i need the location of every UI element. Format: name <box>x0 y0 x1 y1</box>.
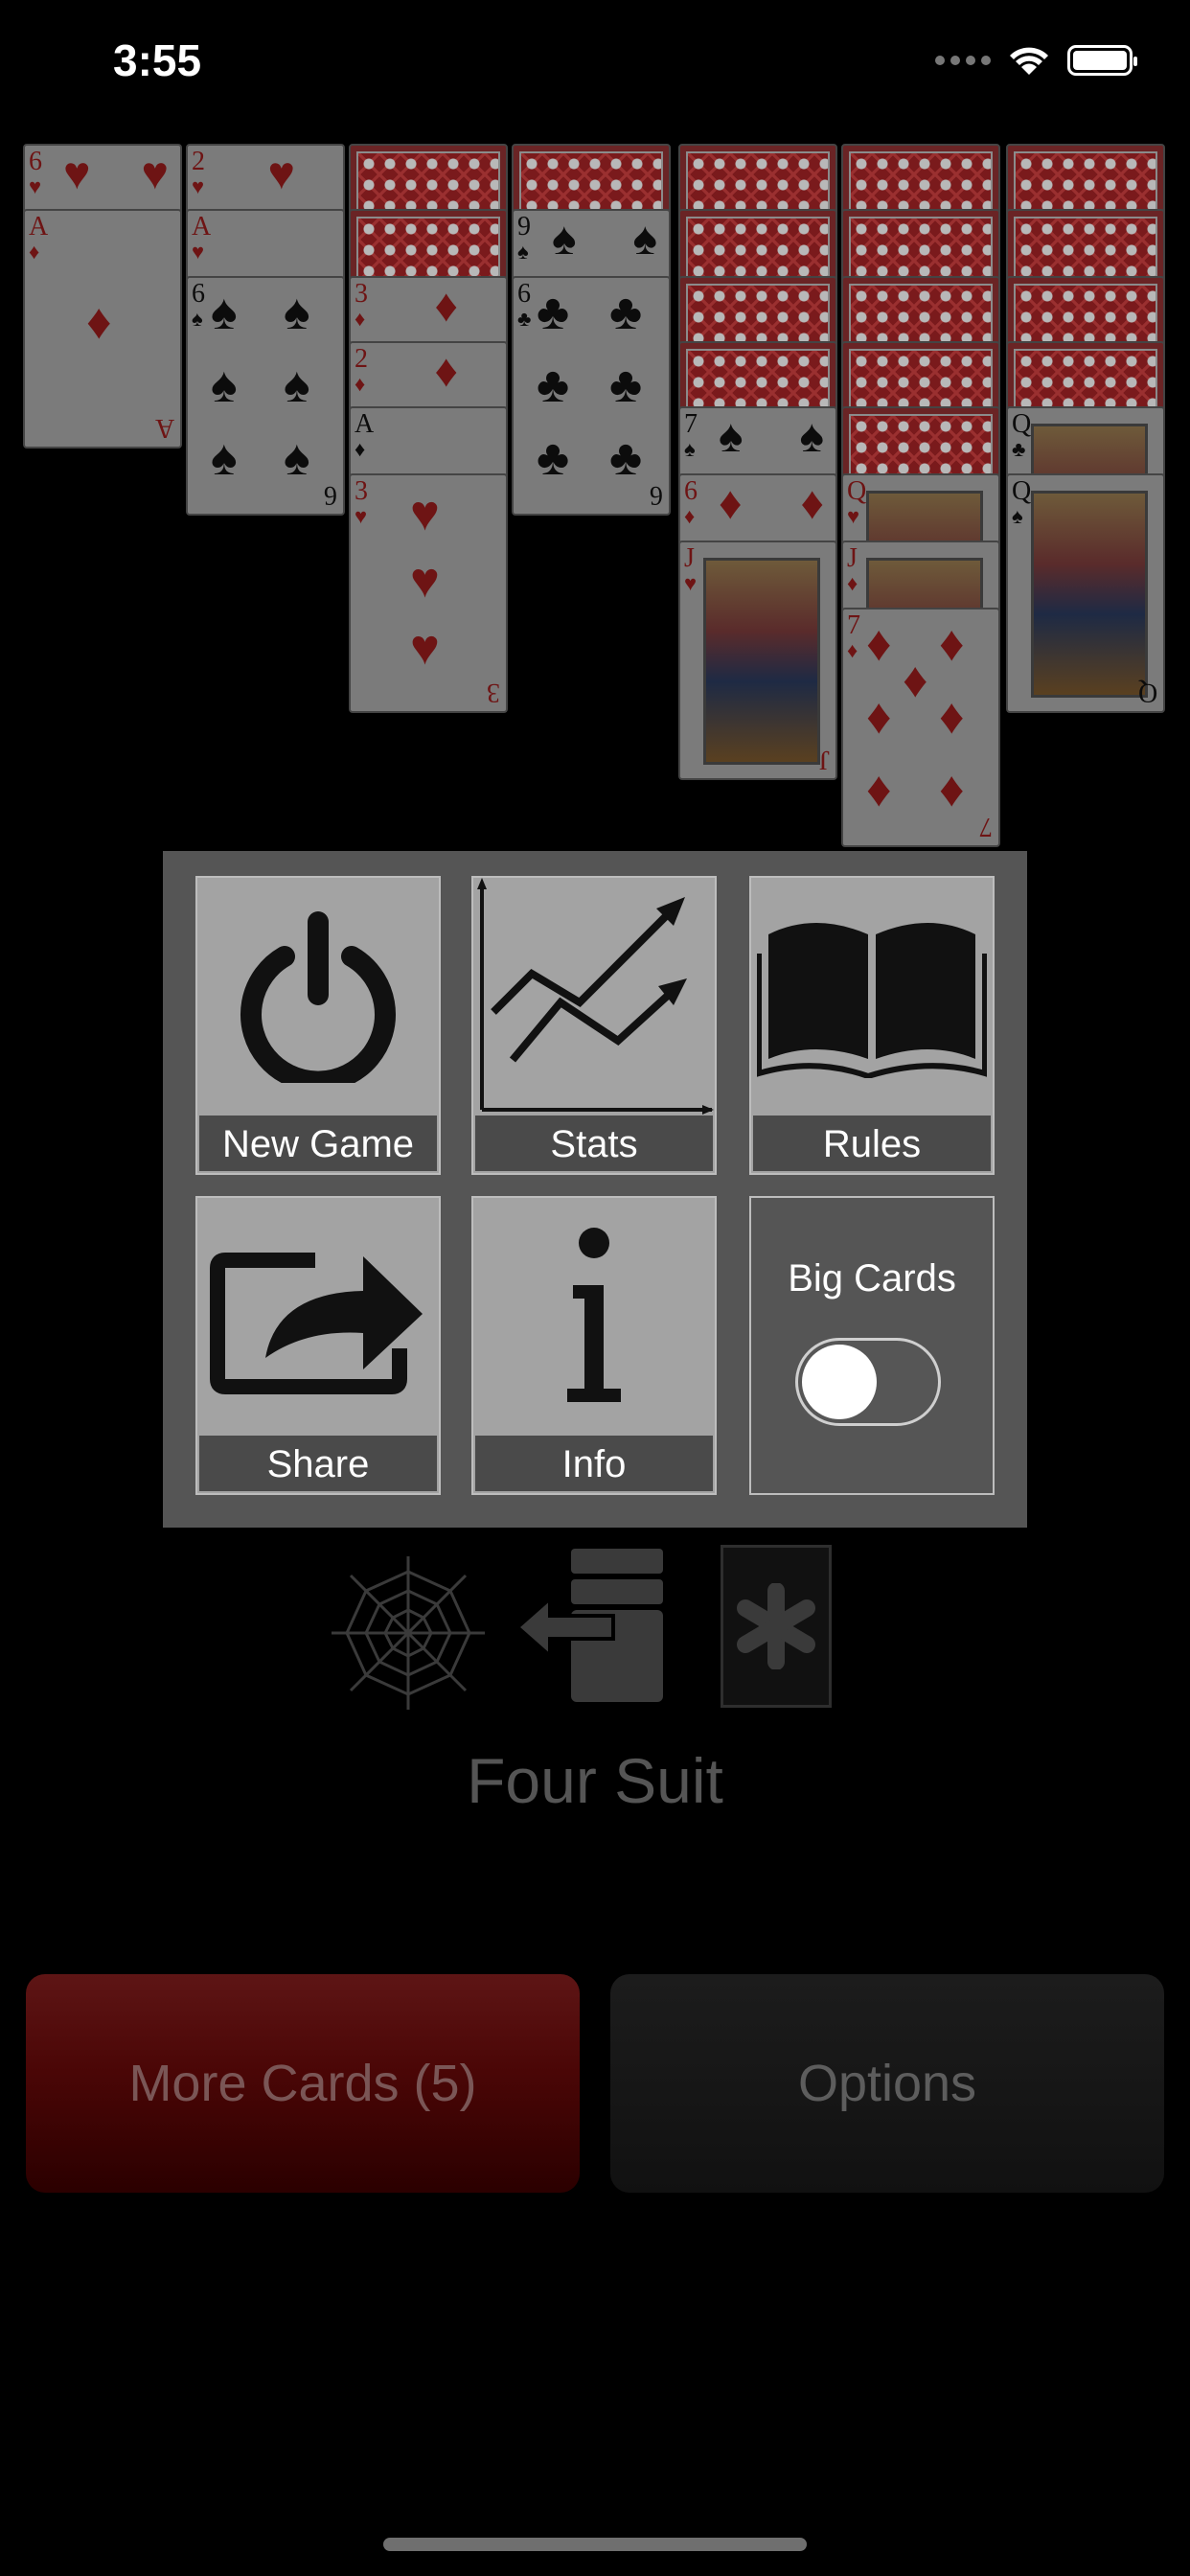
big-cards-tile: Big Cards <box>749 1196 995 1495</box>
share-button[interactable]: Share <box>195 1196 441 1495</box>
book-icon <box>751 878 993 1116</box>
power-icon <box>197 878 439 1116</box>
card[interactable]: 6 ♣ ♣ ♣ ♣ ♣ ♣ ♣ 6 <box>512 276 671 516</box>
info-button[interactable]: Info <box>471 1196 717 1495</box>
card[interactable]: 3 ♥ ♥ ♥ ♥ 3 <box>349 473 508 713</box>
toggle-knob <box>802 1345 877 1419</box>
undo-stack-icon[interactable] <box>514 1545 676 1708</box>
info-label: Info <box>475 1436 713 1491</box>
info-icon <box>473 1198 715 1436</box>
card[interactable]: 6 ♠ ♠ ♠ ♠ ♠ ♠ ♠ 6 <box>186 276 345 516</box>
card[interactable]: Q ♠ Q <box>1006 473 1165 713</box>
cellular-signal-icon <box>935 56 991 65</box>
status-time: 3:55 <box>113 35 202 85</box>
big-cards-toggle[interactable] <box>795 1338 941 1426</box>
status-icons <box>935 44 1137 77</box>
battery-icon <box>1067 45 1137 76</box>
asterisk-card-icon[interactable] <box>721 1545 832 1708</box>
card[interactable]: A ♦ ♦ A <box>23 209 182 448</box>
rules-button[interactable]: Rules <box>749 876 995 1175</box>
stats-chart-icon <box>473 878 715 1116</box>
stats-button[interactable]: Stats <box>471 876 717 1175</box>
new-game-label: New Game <box>199 1116 437 1171</box>
share-arrow-icon <box>197 1198 439 1436</box>
game-mode-icons <box>326 1545 862 1710</box>
card[interactable]: 7 ♦ ♦ ♦ ♦ ♦ ♦ ♦ ♦ 7 <box>841 608 1000 847</box>
face-card-art <box>703 558 820 765</box>
face-card-art <box>1031 491 1148 698</box>
card[interactable]: J ♥ J <box>678 540 837 780</box>
rules-label: Rules <box>753 1116 991 1171</box>
share-label: Share <box>199 1436 437 1491</box>
big-cards-label: Big Cards <box>788 1257 956 1300</box>
options-button[interactable]: Options <box>610 1974 1164 2193</box>
game-mode-label: Four Suit <box>467 1745 723 1816</box>
home-indicator[interactable] <box>383 2538 807 2551</box>
more-cards-button[interactable]: More Cards (5) <box>26 1974 580 2193</box>
new-game-button[interactable]: New Game <box>195 876 441 1175</box>
spider-web-icon[interactable] <box>328 1552 489 1714</box>
stats-label: Stats <box>475 1116 713 1171</box>
wifi-icon <box>1010 47 1048 75</box>
menu-panel: New Game Stats Rules Share Info Big Card… <box>163 851 1027 1528</box>
